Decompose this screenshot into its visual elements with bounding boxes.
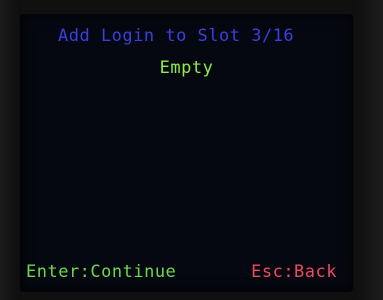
- screen-title: Add Login to Slot 3/16: [58, 26, 295, 46]
- esc-back-hint[interactable]: Esc:Back: [251, 264, 337, 281]
- bezel-left: [0, 0, 22, 300]
- slot-status: Empty: [159, 58, 214, 78]
- enter-continue-hint[interactable]: Enter:Continue: [26, 264, 176, 281]
- lcd-screen: Add Login to Slot 3/16 Empty Enter:Conti…: [20, 14, 353, 292]
- bezel-right: [353, 0, 383, 300]
- device-frame: Add Login to Slot 3/16 Empty Enter:Conti…: [0, 0, 383, 300]
